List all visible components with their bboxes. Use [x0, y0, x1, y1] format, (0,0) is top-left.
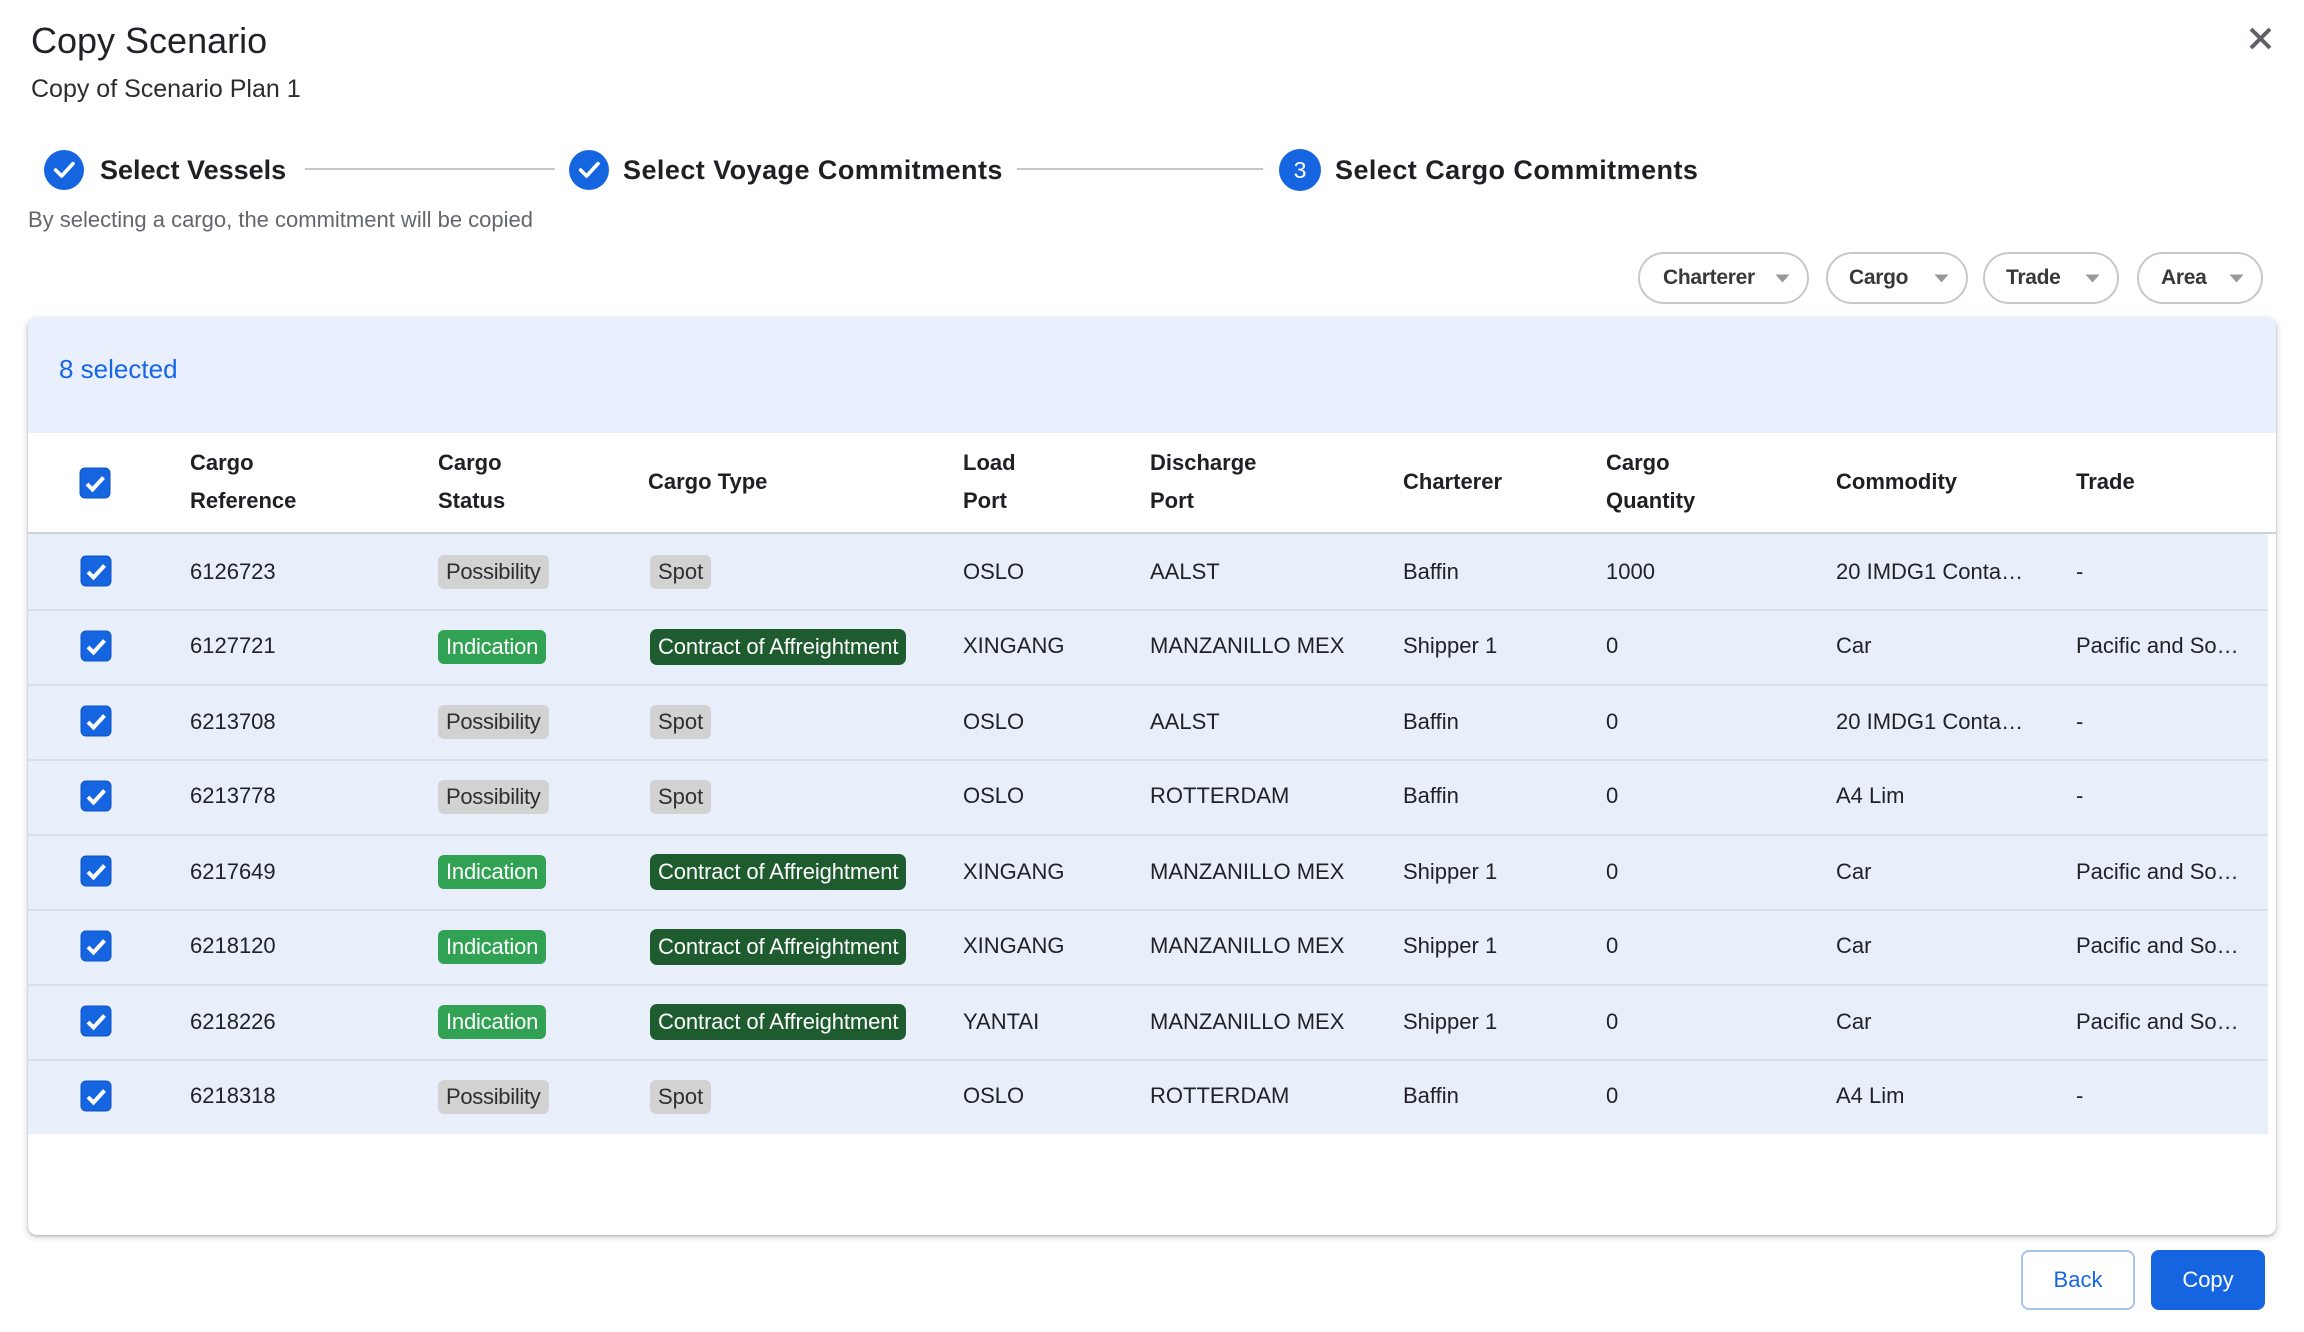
svg-text:3: 3: [1294, 157, 1307, 183]
